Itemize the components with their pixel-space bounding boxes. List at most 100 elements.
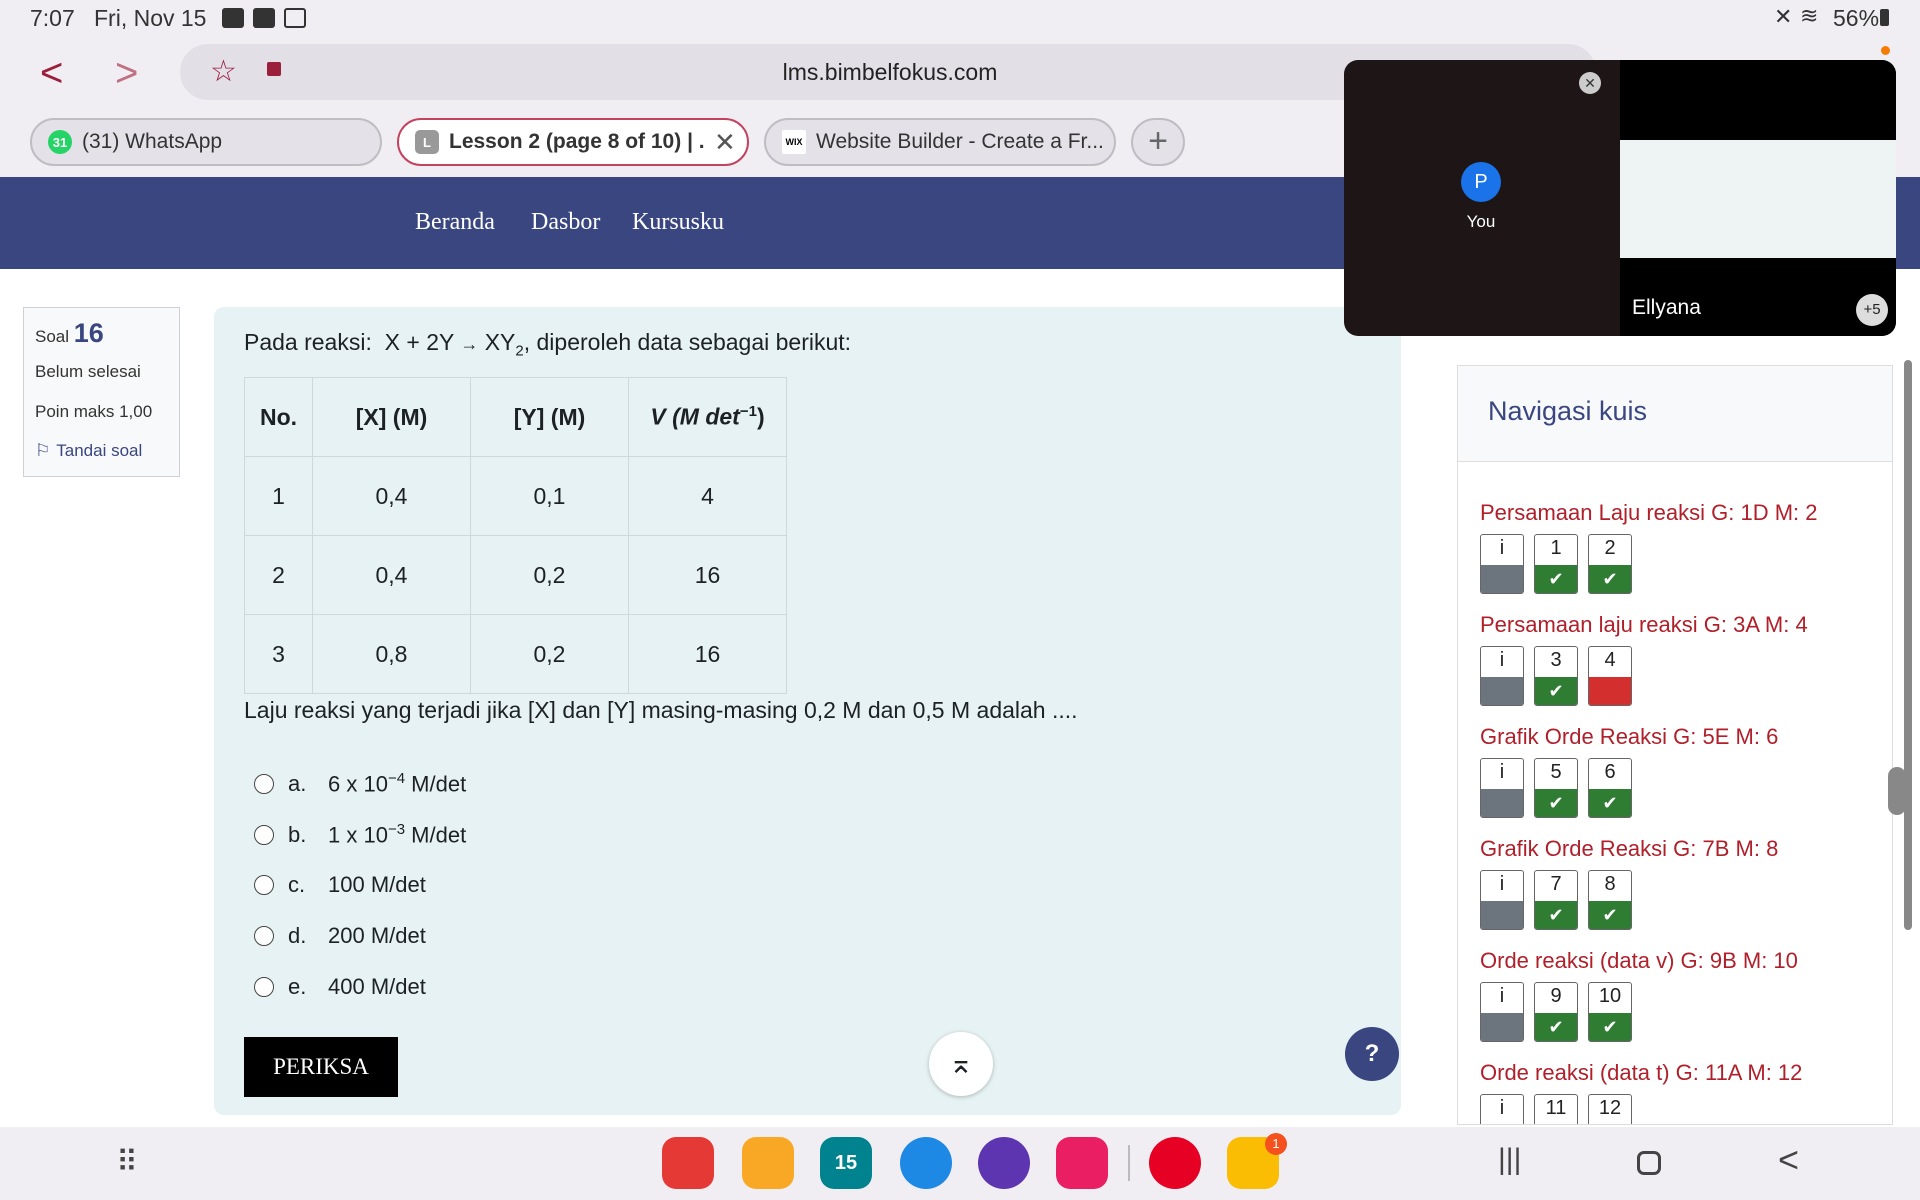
tab-whatsapp[interactable]: 31 (31) WhatsApp	[30, 118, 382, 166]
scroll-handle[interactable]	[1888, 767, 1906, 815]
battery-icon	[1880, 9, 1889, 26]
quiz-question-button[interactable]: 8 ✔	[1588, 870, 1632, 930]
taskbar: ⠿ 15 1 ||| <	[0, 1127, 1920, 1200]
camera-app-icon[interactable]	[1056, 1137, 1108, 1189]
radio-b[interactable]	[254, 824, 274, 845]
header-cell: No.	[244, 377, 313, 457]
radio-e[interactable]	[254, 977, 274, 997]
calendar-app-icon[interactable]: 15	[820, 1137, 872, 1189]
option-text: 6 x 10−4 M/det	[328, 770, 466, 797]
notes-app-icon[interactable]	[662, 1137, 714, 1189]
home-icon[interactable]	[1637, 1151, 1661, 1175]
data-table: No. [X] (M) [Y] (M) V (M det−1) 1 0,4 0,…	[244, 377, 787, 694]
reaction-arrow: →	[460, 334, 479, 354]
question-prompt: Laju reaksi yang terjadi jika [X] dan [Y…	[244, 697, 1078, 723]
quiz-question-button[interactable]: 3 ✔	[1534, 646, 1578, 706]
option-a[interactable]: a. 6 x 10−4 M/det	[254, 770, 466, 797]
option-c[interactable]: c. 100 M/det	[254, 872, 426, 898]
new-tab-button[interactable]: +	[1131, 118, 1185, 166]
quiz-question-button[interactable]: i	[1480, 982, 1524, 1042]
app-drawer-icon[interactable]: ⠿	[116, 1145, 138, 1180]
recents-icon[interactable]: |||	[1498, 1143, 1521, 1177]
quiz-question-button[interactable]: 6 ✔	[1588, 758, 1632, 818]
quiz-question-button[interactable]: 12✔	[1588, 1094, 1632, 1124]
forward-icon[interactable]: >	[115, 53, 138, 93]
radio-d[interactable]	[254, 926, 274, 946]
radio-c[interactable]	[254, 875, 274, 895]
quiz-section-title: Grafik Orde Reaksi G: 7B M: 8	[1480, 836, 1779, 861]
video-call-overlay[interactable]: ✕ P You Ellyana +5	[1344, 60, 1896, 336]
question-number: Soal 16	[35, 318, 104, 349]
check-button[interactable]: PERIKSA	[244, 1037, 398, 1097]
reaction-reactants: X + 2Y	[384, 329, 454, 355]
tab-lesson[interactable]: L Lesson 2 (page 8 of 10) | ... ✕	[397, 118, 749, 166]
option-text-main: 1 x 10	[328, 822, 388, 848]
option-e[interactable]: e. 400 M/det	[254, 974, 426, 1000]
question-panel: Pada reaksi: X + 2Y → XY2, diperoleh dat…	[214, 307, 1401, 1115]
option-sup: −3	[387, 821, 406, 838]
quiz-question-button[interactable]: 7 ✔	[1534, 870, 1578, 930]
check-icon	[253, 8, 275, 28]
status-date: Fri, Nov 15	[94, 5, 207, 31]
question-button-label: i	[1499, 761, 1505, 783]
messages-app-icon[interactable]	[900, 1137, 952, 1189]
quiz-question-button[interactable]: i	[1480, 646, 1524, 706]
back-nav-icon[interactable]: <	[1778, 1139, 1799, 1181]
checkmark-icon: ✔	[1535, 901, 1577, 929]
nav-kursusku[interactable]: Kursusku	[632, 209, 724, 236]
flag-question[interactable]: ⚐ Tandai soal	[35, 441, 142, 461]
video-icon	[284, 8, 306, 28]
reaction-product: XY	[484, 329, 516, 355]
whatsapp-icon: 31	[48, 130, 72, 154]
scrollbar[interactable]	[1904, 360, 1912, 930]
radio-a[interactable]	[254, 773, 274, 794]
notification-dot	[1881, 46, 1890, 55]
status-bar: 7:07 Fri, Nov 15 ✕ ≋ 56%	[0, 0, 1920, 36]
question-button-label: 4	[1604, 649, 1616, 671]
quiz-question-button[interactable]: 10 ✔	[1588, 982, 1632, 1042]
max-points: Poin maks 1,00	[35, 402, 153, 421]
files-app-icon[interactable]	[742, 1137, 794, 1189]
close-tab-icon[interactable]: ✕	[714, 127, 736, 158]
nav-beranda[interactable]: Beranda	[415, 209, 495, 236]
question-button-label: 3	[1550, 649, 1562, 671]
option-text-unit: M/det	[405, 771, 467, 797]
flag-icon: ⚐	[35, 441, 51, 460]
quiz-question-button[interactable]: 9 ✔	[1534, 982, 1578, 1042]
header-sup: −1	[739, 403, 757, 421]
meet-badge: 1	[1265, 1133, 1287, 1155]
quiz-question-button[interactable]: i	[1480, 1094, 1524, 1124]
table-cell: 3	[244, 614, 313, 694]
pinterest-app-icon[interactable]	[1149, 1137, 1201, 1189]
quiz-question-button[interactable]: 5 ✔	[1534, 758, 1578, 818]
question-button-label: 12	[1598, 1097, 1622, 1119]
table-row: 1 0,4 0,1 4	[244, 456, 787, 536]
quiz-question-button[interactable]: 1 ✔	[1534, 534, 1578, 594]
quiz-question-button[interactable]: 4	[1588, 646, 1632, 706]
internet-app-icon[interactable]	[978, 1137, 1030, 1189]
question-button-label: 2	[1604, 537, 1616, 559]
quiz-question-button[interactable]: i	[1480, 758, 1524, 818]
option-letter: c.	[288, 872, 306, 897]
status-bar-fill	[1481, 677, 1523, 705]
back-icon[interactable]: <	[40, 53, 63, 93]
question-button-label: 9	[1550, 985, 1562, 1007]
help-button[interactable]: ?	[1345, 1027, 1399, 1081]
nav-dasbor[interactable]: Dasbor	[531, 209, 600, 236]
quiz-question-button[interactable]: i	[1480, 870, 1524, 930]
table-cell: 0,2	[470, 614, 629, 694]
option-letter: e.	[288, 974, 307, 999]
battery-level: 56%	[1833, 5, 1880, 31]
self-label: You	[1466, 212, 1496, 231]
tab-wix[interactable]: WIX Website Builder - Create a Fr...	[764, 118, 1116, 166]
option-d[interactable]: d. 200 M/det	[254, 923, 426, 949]
quiz-question-button[interactable]: i	[1480, 534, 1524, 594]
checkmark-icon: ✔	[1535, 565, 1577, 593]
mic-off-icon[interactable]: ✕	[1579, 72, 1601, 94]
more-participants[interactable]: +5	[1856, 294, 1888, 326]
quiz-question-button[interactable]: 11✔	[1534, 1094, 1578, 1124]
option-b[interactable]: b. 1 x 10−3 M/det	[254, 821, 466, 848]
checkmark-icon: ✔	[1535, 677, 1577, 705]
quiz-question-button[interactable]: 2 ✔	[1588, 534, 1632, 594]
scroll-to-top-button[interactable]: ⌅	[929, 1032, 993, 1096]
